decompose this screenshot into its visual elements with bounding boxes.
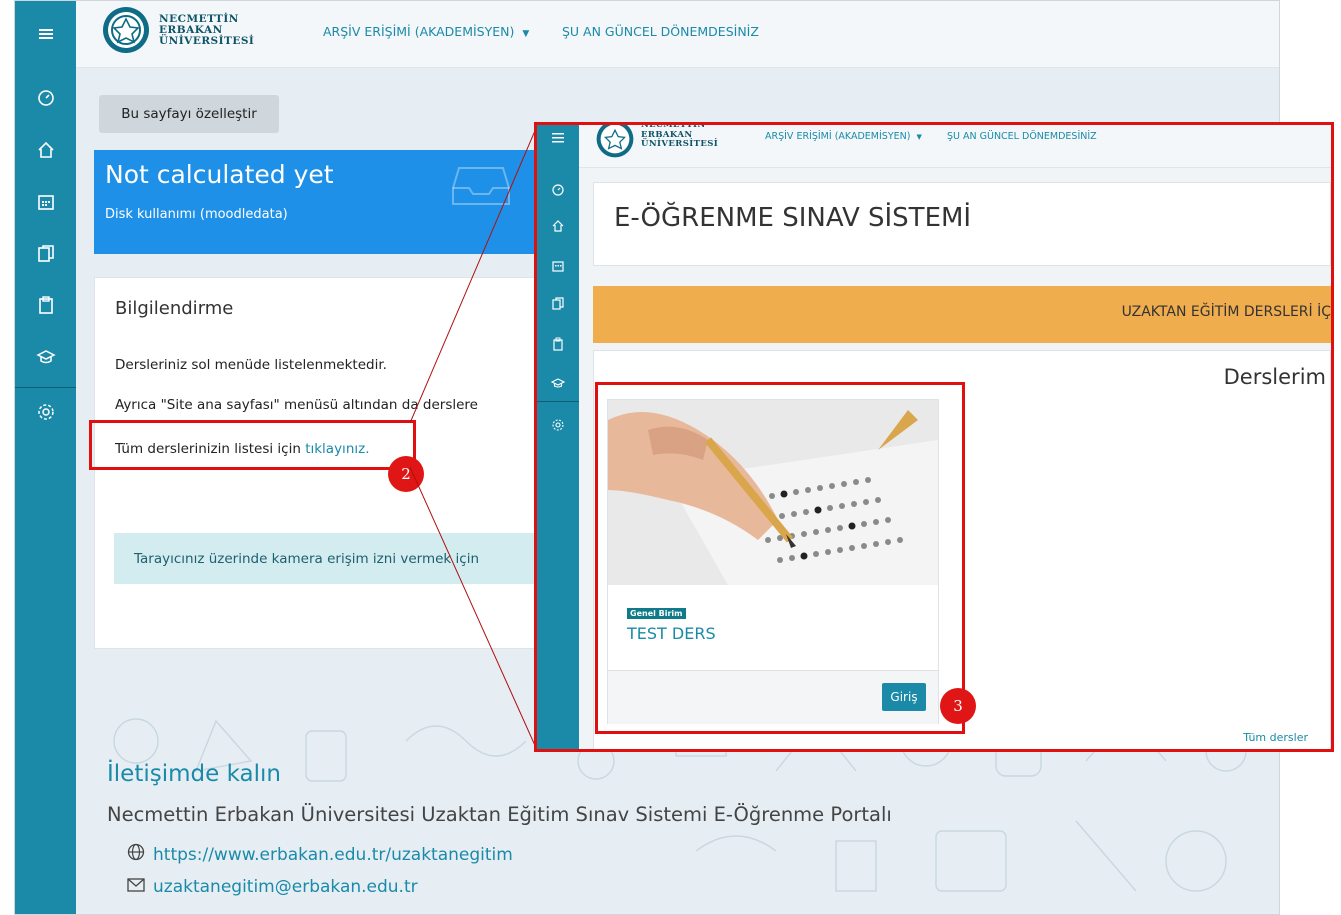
inset-sidebar-divider [537, 401, 579, 402]
footer-subtitle: Necmettin Erbakan Üniversitesi Uzaktan E… [107, 803, 892, 826]
inset-current-period-link[interactable]: ŞU AN GÜNCEL DÖNEMDESİNİZ [947, 131, 1097, 142]
inset-clipboard-icon[interactable] [537, 331, 579, 357]
info-line-1: Dersleriniz sol menüde listelenmektedir. [115, 357, 387, 373]
sidebar-divider [15, 387, 76, 388]
inset-page-title: E-ÖĞRENME SINAV SİSTEMİ [614, 203, 972, 233]
envelope-icon [127, 877, 145, 897]
info-line-2: Ayrıca "Site ana sayfası" menüsü altında… [115, 397, 478, 413]
inset-logo-line3: ÜNİVERSİTESİ [641, 139, 719, 149]
logo-text: NECMETTİN ERBAKAN ÜNİVERSİTESİ [159, 12, 255, 47]
disk-usage-card: Not calculated yet Disk kullanımı (moodl… [94, 150, 544, 254]
topbar: NECMETTİN ERBAKAN ÜNİVERSİTESİ ARŞİV ERİ… [76, 1, 1279, 68]
inset-my-courses-title: Derslerim [1223, 365, 1326, 389]
disk-usage-value: Not calculated yet [105, 160, 334, 189]
home-icon[interactable] [15, 130, 76, 170]
inset-title-card: E-ÖĞRENME SINAV SİSTEMİ [593, 182, 1331, 266]
dashboard-icon[interactable] [15, 78, 76, 118]
inset-calendar-icon[interactable] [537, 253, 579, 279]
info-card-title: Bilgilendirme [115, 298, 234, 319]
calendar-icon[interactable] [15, 182, 76, 222]
inset-university-seal-icon [596, 125, 634, 158]
inbox-icon [452, 167, 510, 205]
inset-all-courses-link[interactable]: Tüm dersler [1243, 731, 1308, 744]
menu-icon[interactable] [15, 14, 76, 54]
sidebar [15, 1, 76, 914]
logo-line2: ERBAKAN [159, 23, 223, 36]
globe-icon [127, 843, 145, 866]
archive-access-dropdown[interactable]: ARŞİV ERİŞİMİ (AKADEMİSYEN) ▼ [323, 24, 529, 39]
footer-website[interactable]: https://www.erbakan.edu.tr/uzaktanegitim [127, 843, 513, 866]
zoomed-inset: NECMETTİN ERBAKAN ÜNİVERSİTESİ ARŞİV ERİ… [534, 122, 1334, 752]
logo-line1: NECMETTİN [159, 12, 239, 25]
inset-announcement-banner: UZAKTAN EĞİTİM DERSLERİ İÇ [593, 286, 1331, 343]
inset-caret-down-icon: ▼ [916, 133, 922, 141]
footer-email-link[interactable]: uzaktanegitim@erbakan.edu.tr [153, 877, 418, 897]
customize-page-button[interactable]: Bu sayfayı özelleştir [99, 95, 279, 133]
university-logo[interactable]: NECMETTİN ERBAKAN ÜNİVERSİTESİ [101, 5, 254, 55]
inset-topbar: NECMETTİN ERBAKAN ÜNİVERSİTESİ ARŞİV ERİ… [579, 125, 1331, 168]
university-seal-icon [103, 7, 149, 53]
inset-archive-access-label: ARŞİV ERİŞİMİ (AKADEMİSYEN) [765, 131, 911, 142]
current-period-link[interactable]: ŞU AN GÜNCEL DÖNEMDESİNİZ [562, 24, 759, 39]
caret-down-icon: ▼ [522, 29, 530, 39]
step-3-marker: 3 [940, 688, 976, 724]
inset-menu-icon[interactable] [537, 125, 579, 151]
graduation-cap-icon[interactable] [15, 337, 76, 377]
archive-access-label: ARŞİV ERİŞİMİ (AKADEMİSYEN) [323, 24, 515, 39]
disk-usage-label: Disk kullanımı (moodledata) [105, 207, 288, 222]
files-icon[interactable] [15, 234, 76, 274]
clipboard-icon[interactable] [15, 285, 76, 325]
inset-logo-text: NECMETTİN ERBAKAN ÜNİVERSİTESİ [641, 125, 719, 150]
inset-files-icon[interactable] [537, 291, 579, 317]
highlight-course-card [595, 382, 965, 734]
footer-website-link[interactable]: https://www.erbakan.edu.tr/uzaktanegitim [153, 845, 513, 865]
inset-home-icon[interactable] [537, 213, 579, 239]
inset-dashboard-icon[interactable] [537, 177, 579, 203]
footer-title: İletişimde kalın [107, 761, 281, 787]
highlight-courses-link [89, 420, 416, 470]
inset-settings-icon[interactable] [537, 412, 579, 438]
step-2-marker: 2 [388, 456, 424, 492]
inset-archive-access-dropdown[interactable]: ARŞİV ERİŞİMİ (AKADEMİSYEN) ▼ [765, 131, 922, 142]
inset-sidebar [537, 125, 579, 749]
footer-email[interactable]: uzaktanegitim@erbakan.edu.tr [127, 877, 418, 897]
logo-line3: ÜNİVERSİTESİ [159, 34, 255, 47]
camera-permission-alert: Tarayıcınız üzerinde kamera erişim izni … [114, 533, 544, 584]
settings-icon[interactable] [15, 392, 76, 432]
inset-graduation-cap-icon[interactable] [537, 370, 579, 396]
inset-banner-text: UZAKTAN EĞİTİM DERSLERİ İÇ [1121, 304, 1331, 320]
